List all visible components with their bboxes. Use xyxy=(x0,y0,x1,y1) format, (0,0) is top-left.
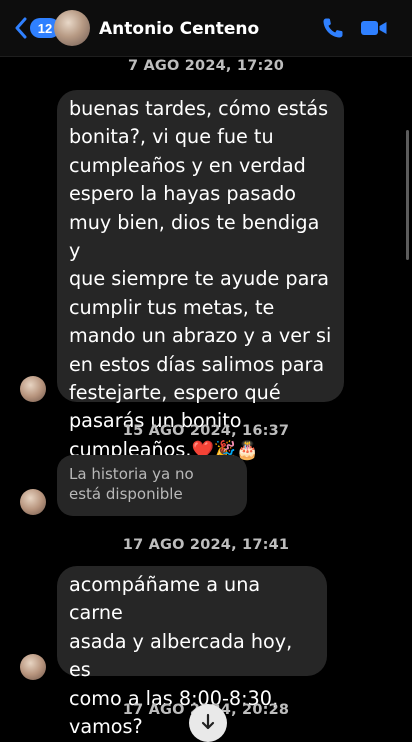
timestamp: 7 AGO 2024, 17:20 xyxy=(127,58,285,74)
timestamp: 17 AGO 2024, 17:41 xyxy=(122,537,290,553)
contact-name[interactable]: Antonio Centeno xyxy=(99,19,259,39)
message-bubble[interactable]: acompáñame a una carne asada y albercada… xyxy=(57,566,327,738)
sender-avatar[interactable] xyxy=(20,654,46,680)
sender-avatar[interactable] xyxy=(20,489,46,515)
chat-header: 12 Antonio Centeno xyxy=(0,0,412,57)
timestamp: 15 AGO 2024, 16:37 xyxy=(122,423,290,439)
arrow-down-icon xyxy=(201,713,215,730)
unavailable-story-bubble[interactable]: La historia ya no está disponible xyxy=(57,455,247,516)
video-icon xyxy=(361,21,387,35)
sender-avatar[interactable] xyxy=(20,376,46,402)
video-call-button[interactable] xyxy=(360,16,388,45)
scrollbar[interactable] xyxy=(406,130,409,260)
chevron-left-icon xyxy=(15,17,27,39)
scroll-to-bottom-button[interactable] xyxy=(189,704,227,742)
call-button[interactable] xyxy=(321,16,345,45)
message-thread[interactable]: 7 AGO 2024, 17:20 buenas tardes, cómo es… xyxy=(0,56,412,738)
contact-avatar[interactable] xyxy=(54,10,90,46)
message-text: buenas tardes, cómo estás bonita?, vi qu… xyxy=(69,97,332,461)
message-bubble[interactable]: buenas tardes, cómo estás bonita?, vi qu… xyxy=(57,90,344,461)
phone-icon xyxy=(323,18,343,38)
